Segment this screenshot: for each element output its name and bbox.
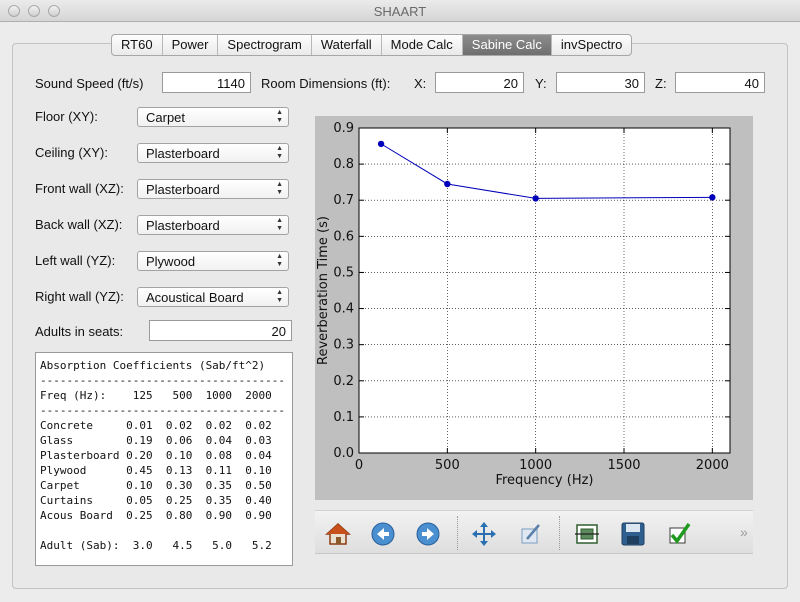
left-wall-select[interactable]: Plywood ▲ ▼ (137, 251, 289, 271)
room-y-input[interactable]: 30 (556, 72, 645, 93)
left-wall-label: Left wall (YZ): (35, 253, 116, 268)
select-arrows-icon: ▲ ▼ (276, 109, 283, 124)
coef-row: Curtains 0.05 0.25 0.35 0.40 (40, 494, 272, 507)
home-icon[interactable] (325, 521, 351, 547)
tab-invspectro[interactable]: invSpectro (552, 35, 631, 55)
title-bar: SHAART (0, 0, 800, 22)
plot-toolbar: » (315, 510, 753, 554)
tab-mode-calc[interactable]: Mode Calc (382, 35, 463, 55)
configure-subplots-icon[interactable] (574, 521, 600, 547)
y-tick-label: 0.6 (333, 229, 354, 244)
y-tick-label: 0.1 (333, 410, 354, 425)
y-tick-label: 0.2 (333, 374, 354, 389)
select-arrows-icon: ▲ ▼ (276, 253, 283, 268)
coef-divider: ------------------------------------- (40, 374, 286, 387)
select-arrows-icon: ▲ ▼ (276, 181, 283, 196)
right-wall-select[interactable]: Acoustical Board ▲ ▼ (137, 287, 289, 307)
select-arrows-icon: ▲ ▼ (276, 145, 283, 160)
back-arrow-icon[interactable] (370, 521, 396, 547)
floor-select[interactable]: Carpet ▲ ▼ (137, 107, 289, 127)
ceiling-select-value: Plasterboard (146, 146, 220, 161)
toolbar-separator (559, 516, 560, 550)
data-point (532, 195, 539, 202)
tab-bar: RT60 Power Spectrogram Waterfall Mode Ca… (111, 34, 633, 56)
back-wall-label: Back wall (XZ): (35, 217, 123, 232)
toolbar-separator (457, 516, 458, 550)
tab-waterfall[interactable]: Waterfall (312, 35, 382, 55)
room-z-label: Z: (655, 76, 667, 91)
back-wall-select[interactable]: Plasterboard ▲ ▼ (137, 215, 289, 235)
data-point (377, 140, 385, 148)
window-title: SHAART (373, 4, 427, 19)
coef-divider: ------------------------------------- (40, 404, 286, 417)
coef-row: Acous Board 0.25 0.80 0.90 0.90 (40, 509, 272, 522)
y-tick-label: 0.8 (333, 157, 354, 172)
checkmark-icon[interactable] (666, 521, 692, 547)
y-tick-label: 0.4 (333, 302, 354, 317)
coef-row: Glass 0.19 0.06 0.04 0.03 (40, 434, 272, 447)
sound-speed-label: Sound Speed (ft/s) (35, 76, 144, 91)
back-wall-select-value: Plasterboard (146, 218, 220, 233)
y-tick-label: 0.3 (333, 338, 354, 353)
toolbar-overflow-button[interactable]: » (740, 524, 748, 540)
x-tick-label: 1500 (607, 458, 640, 473)
tab-sabine-calc[interactable]: Sabine Calc (462, 35, 552, 55)
front-wall-select-value: Plasterboard (146, 182, 220, 197)
sound-speed-input[interactable]: 1140 (162, 72, 251, 93)
x-tick-label: 1000 (519, 458, 552, 473)
y-tick-label: 0.7 (333, 193, 354, 208)
x-tick-label: 0 (355, 458, 363, 473)
save-icon[interactable] (620, 521, 646, 547)
coef-row: Concrete 0.01 0.02 0.02 0.02 (40, 419, 272, 432)
coef-header: Freq (Hz): 125 500 1000 2000 (40, 389, 272, 402)
plot-area (358, 127, 731, 454)
front-wall-label: Front wall (XZ): (35, 181, 124, 196)
tab-rt60[interactable]: RT60 (112, 35, 163, 55)
front-wall-select[interactable]: Plasterboard ▲ ▼ (137, 179, 289, 199)
y-tick-label: 0.0 (333, 446, 354, 461)
room-x-input[interactable]: 20 (435, 72, 524, 93)
y-tick-label: 0.5 (333, 265, 354, 280)
coef-row: Plywood 0.45 0.13 0.11 0.10 (40, 464, 272, 477)
room-z-input[interactable]: 40 (675, 72, 765, 93)
ceiling-label: Ceiling (XY): (35, 145, 108, 160)
select-arrows-icon: ▲ ▼ (276, 289, 283, 304)
adults-label: Adults in seats: (35, 324, 124, 339)
tab-spectrogram[interactable]: Spectrogram (218, 35, 312, 55)
y-tick-label: 0.9 (333, 121, 354, 136)
room-dimensions-label: Room Dimensions (ft): (261, 76, 391, 91)
data-point (709, 194, 716, 201)
adults-input[interactable]: 20 (149, 320, 292, 341)
room-x-label: X: (414, 76, 427, 91)
floor-label: Floor (XY): (35, 109, 98, 124)
y-axis-label: Reverberation Time (s) (316, 216, 331, 365)
coef-adult-row: Adult (Sab): 3.0 4.5 5.0 5.2 (40, 539, 272, 552)
left-wall-select-value: Plywood (146, 254, 196, 269)
x-tick-label: 2000 (696, 458, 729, 473)
tab-power[interactable]: Power (163, 35, 219, 55)
right-wall-select-value: Acoustical Board (146, 290, 244, 305)
select-arrows-icon: ▲ ▼ (276, 217, 283, 232)
coef-row: Plasterboard 0.20 0.10 0.08 0.04 (40, 449, 272, 462)
ceiling-select[interactable]: Plasterboard ▲ ▼ (137, 143, 289, 163)
coef-title: Absorption Coefficients (Sab/ft^2) (40, 359, 266, 372)
reverberation-chart: 0.0 0.1 0.2 0.3 0.4 0.5 0.6 0.7 0.8 0.9 0 500 1000 15… (316, 121, 731, 488)
room-y-label: Y: (535, 76, 547, 91)
app-window: SHAART RT60 Power Spectrogram Waterfall … (0, 0, 800, 602)
forward-arrow-icon[interactable] (415, 521, 441, 547)
edit-axes-icon[interactable] (518, 521, 544, 547)
data-point (444, 180, 451, 188)
floor-select-value: Carpet (146, 110, 186, 125)
right-wall-label: Right wall (YZ): (35, 289, 124, 304)
coef-row: Carpet 0.10 0.30 0.35 0.50 (40, 479, 272, 492)
absorption-coefficients-textbox[interactable]: Absorption Coefficients (Sab/ft^2) ------… (35, 352, 293, 566)
x-axis-label: Frequency (Hz) (495, 473, 593, 488)
x-tick-label: 500 (435, 458, 460, 473)
pan-icon[interactable] (471, 521, 497, 547)
